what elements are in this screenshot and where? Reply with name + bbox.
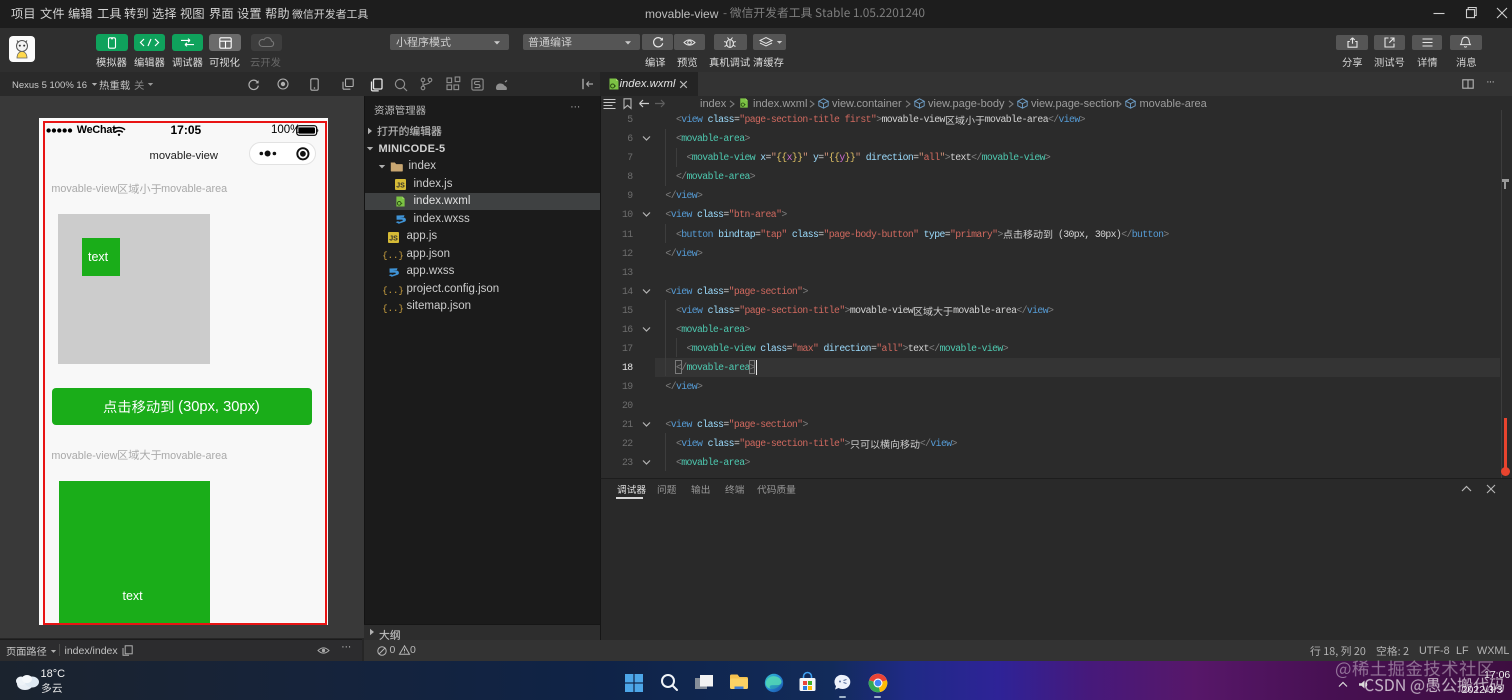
svg-text:JS: JS (389, 235, 398, 242)
svg-text:JS: JS (396, 183, 405, 190)
svg-text:{..}: {..} (382, 286, 404, 296)
svg-text:{..}: {..} (382, 251, 404, 261)
svg-text:{..}: {..} (382, 304, 404, 314)
